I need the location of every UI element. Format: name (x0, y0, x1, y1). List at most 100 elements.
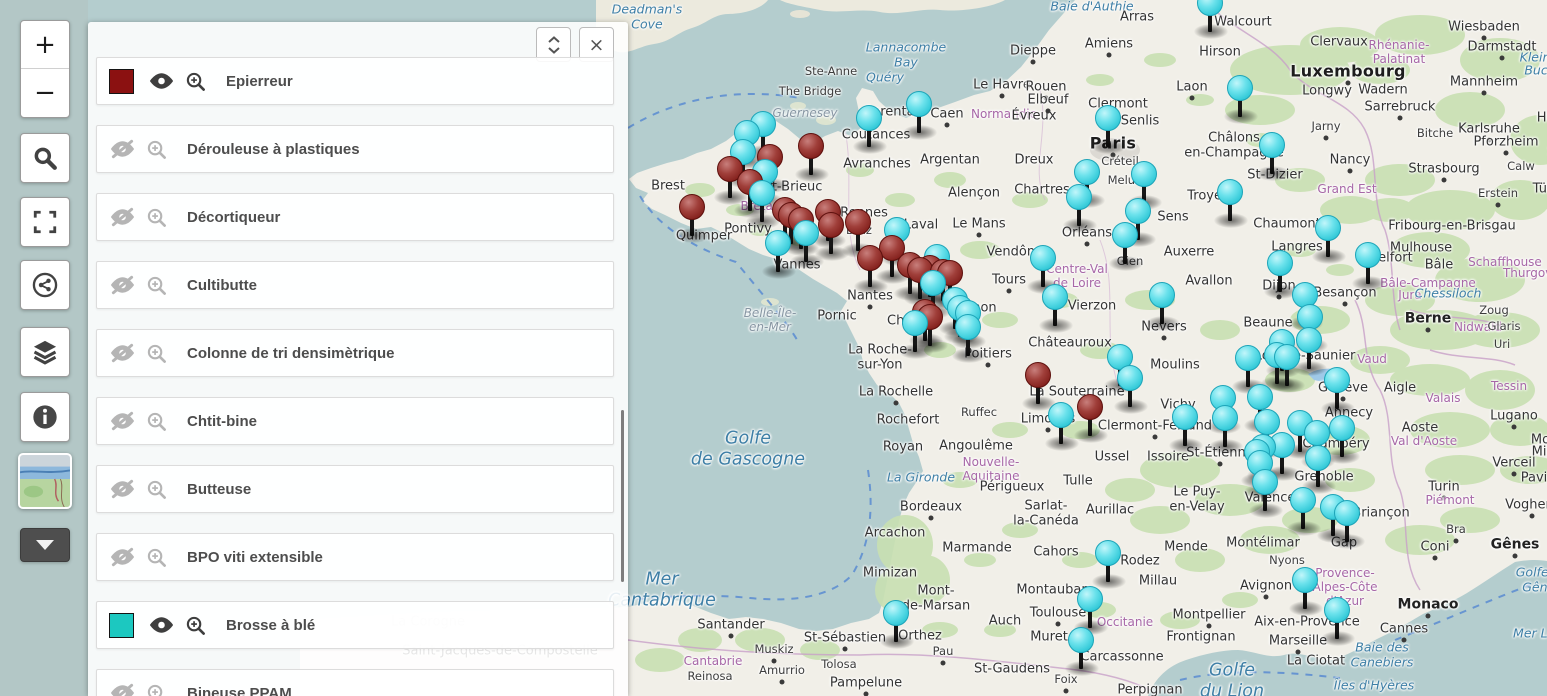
map-label: Vierzon (1068, 298, 1117, 313)
map-label: Zoug (1479, 304, 1509, 318)
layer-label: Chtit-bine (187, 413, 257, 430)
search-icon (32, 145, 58, 171)
marker-head (1324, 597, 1350, 623)
marker-head (856, 105, 882, 131)
map-label: Muret (1030, 629, 1068, 644)
zoom-to-layer-button[interactable] (146, 343, 167, 364)
map-label: Rochefort (877, 412, 940, 427)
zoom-in-button[interactable]: + (21, 21, 69, 69)
zoom-to-layer-button[interactable] (185, 71, 206, 92)
layer-visibility-toggle[interactable] (109, 139, 136, 159)
map-label: Sarlat- la-Canéda (1013, 499, 1079, 530)
marker-head (1095, 540, 1121, 566)
map-label: Millau (1139, 573, 1177, 588)
layer-visibility-toggle[interactable] (109, 683, 136, 696)
map-label: Coni (1421, 539, 1450, 554)
info-icon (31, 403, 59, 431)
zoom-out-button[interactable]: − (21, 69, 69, 117)
collapse-toolbar-button[interactable] (20, 528, 70, 562)
layer-label: Dérouleuse à plastiques (187, 141, 360, 158)
layer-card[interactable]: Cultibutte (96, 261, 614, 309)
magnifier-plus-icon (146, 207, 167, 228)
layers-icon (31, 338, 59, 366)
map-label: Piémont (1425, 493, 1474, 507)
zoom-to-layer-button[interactable] (146, 683, 167, 696)
map-label: Avignon (1240, 578, 1292, 593)
layer-visibility-toggle[interactable] (109, 207, 136, 227)
marker-head (1324, 367, 1350, 393)
minimap-button[interactable] (18, 453, 72, 509)
eye-slash-icon (109, 207, 136, 227)
layer-card[interactable]: Epierreur (96, 57, 614, 105)
layer-visibility-toggle[interactable] (109, 479, 136, 499)
layer-card[interactable]: Colonne de tri densimètrique (96, 329, 614, 377)
zoom-to-layer-button[interactable] (146, 275, 167, 296)
map-label: Voghera (1505, 497, 1547, 512)
marker-head (1095, 105, 1121, 131)
layer-card[interactable]: Bineuse PPAM (96, 669, 614, 696)
map-label: Cannes (1380, 621, 1428, 636)
layer-visibility-toggle[interactable] (109, 275, 136, 295)
marker-shadow (1039, 318, 1073, 333)
marker-head (1355, 242, 1381, 268)
map-label: Pavie (1521, 470, 1547, 485)
marker-shadow (1092, 139, 1126, 154)
layer-color-swatch (109, 613, 134, 638)
map-label: Tolosa (821, 658, 856, 672)
layer-card[interactable]: BPO viti extensible (96, 533, 614, 581)
layer-card[interactable]: Décortiqueur (96, 193, 614, 241)
layer-card[interactable]: Brosse à blé (96, 601, 614, 649)
zoom-to-layer-button[interactable] (146, 207, 167, 228)
map-label: Hirson (1199, 44, 1241, 59)
map-label: Chaumont (1253, 216, 1320, 231)
layers-button[interactable] (20, 327, 70, 377)
search-button[interactable] (20, 133, 70, 183)
layer-label: Brosse à blé (226, 617, 315, 634)
marker-head (818, 212, 844, 238)
map-label: Avallon (1185, 273, 1232, 288)
zoom-to-layer-button[interactable] (185, 615, 206, 636)
map-label: Bra (1446, 523, 1466, 537)
magnifier-plus-icon (146, 479, 167, 500)
city-dot (1046, 109, 1051, 114)
layer-visibility-toggle[interactable] (109, 343, 136, 363)
map-label: Bitche (1417, 127, 1453, 141)
fullscreen-button[interactable] (20, 197, 70, 247)
marker-shadow (952, 348, 986, 363)
marker-head (1334, 500, 1360, 526)
zoom-to-layer-button[interactable] (146, 479, 167, 500)
layer-visibility-toggle[interactable] (109, 547, 136, 567)
map-label: Moulins (1150, 357, 1200, 372)
map-label: Briançon (1352, 505, 1409, 520)
city-dot (1085, 242, 1090, 247)
city-dot (1500, 56, 1505, 61)
marker-head (906, 91, 932, 117)
info-button[interactable] (20, 392, 70, 442)
city-dot (1324, 136, 1329, 141)
layer-visibility-toggle[interactable] (109, 411, 136, 431)
city-dot (780, 680, 785, 685)
city-dot (1504, 151, 1509, 156)
eye-icon (148, 615, 175, 635)
layer-visibility-toggle[interactable] (148, 615, 175, 635)
zoom-to-layer-button[interactable] (146, 139, 167, 160)
zoom-to-layer-button[interactable] (146, 411, 167, 432)
marker-head (1212, 405, 1238, 431)
city-dot (894, 401, 899, 406)
chevron-down-icon (36, 540, 54, 550)
layer-card[interactable]: Chtit-bine (96, 397, 614, 445)
layer-card[interactable]: Butteuse (96, 465, 614, 513)
map-label: Ruffec (961, 406, 997, 420)
map-label: Tessin (1491, 379, 1527, 393)
panel-scrollbar[interactable] (621, 410, 624, 582)
layer-card[interactable]: Dérouleuse à plastiques (96, 125, 614, 173)
layer-visibility-toggle[interactable] (148, 71, 175, 91)
zoom-to-layer-button[interactable] (146, 547, 167, 568)
marker-head (1267, 250, 1293, 276)
map-label: Clervaux (1310, 34, 1368, 49)
marker-shadow (1209, 439, 1243, 454)
marker-shadow (1321, 631, 1355, 646)
map-label: Golfe de Gascogne (691, 428, 805, 469)
map-label: Dreux (1015, 152, 1054, 167)
share-button[interactable] (20, 260, 70, 310)
